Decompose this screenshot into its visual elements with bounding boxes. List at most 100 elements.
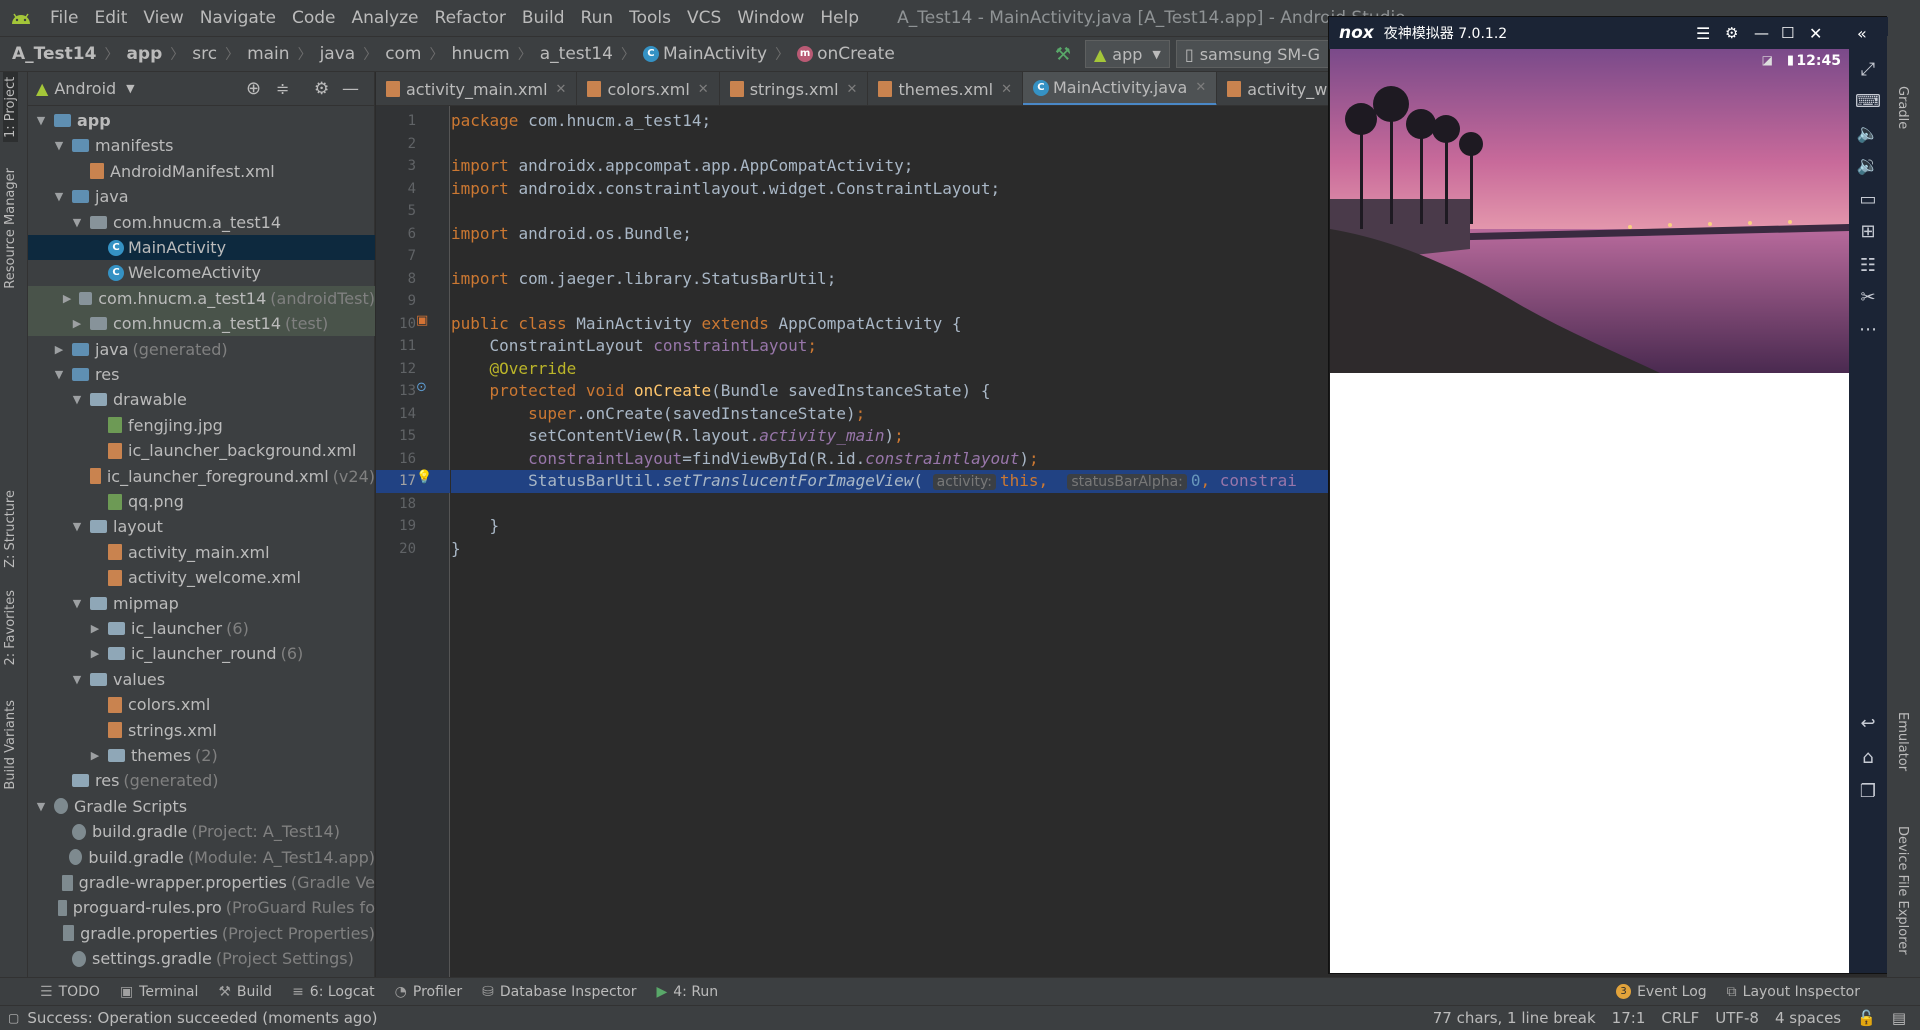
- tab-project[interactable]: 1: Project: [3, 72, 18, 142]
- screen-icon[interactable]: ▭: [1849, 189, 1887, 210]
- tree-item[interactable]: ▶ com.hnucm.a_test14 (androidTest): [28, 285, 375, 311]
- collapse-sidebar-icon[interactable]: «: [1857, 24, 1867, 43]
- breadcrumb-hnucm[interactable]: hnucm: [448, 44, 514, 64]
- tree-item[interactable]: local.properties (SDK Location): [28, 972, 375, 976]
- collapse-arrow-icon[interactable]: ▶: [88, 749, 102, 762]
- tree-item[interactable]: activity_welcome.xml: [28, 565, 375, 590]
- status-indent[interactable]: 4 spaces: [1767, 1009, 1849, 1027]
- tree-item[interactable]: ▶ ic_launcher_round (6): [28, 641, 375, 666]
- editor-tab[interactable]: C MainActivity.java ✕: [1022, 72, 1218, 105]
- expand-arrow-icon[interactable]: ▼: [34, 800, 48, 813]
- expand-arrow-icon[interactable]: ▼: [70, 673, 84, 686]
- tree-item[interactable]: ▶ com.hnucm.a_test14 (test): [28, 311, 375, 337]
- editor-tab[interactable]: colors.xml ✕: [577, 72, 720, 105]
- expand-arrow-icon[interactable]: ▼: [52, 368, 66, 381]
- editor-tab[interactable]: activity_welcom✕: [1217, 72, 1328, 105]
- menu-file[interactable]: File: [42, 8, 86, 28]
- tree-item[interactable]: C WelcomeActivity: [28, 260, 375, 285]
- override-gutter-icon[interactable]: ⊙: [416, 380, 427, 395]
- android-layout-gutter-icon[interactable]: ▣: [416, 313, 428, 328]
- close-icon[interactable]: ✕: [1195, 80, 1206, 95]
- intention-bulb-icon[interactable]: 💡: [416, 470, 432, 485]
- tree-item[interactable]: ▼ mipmap: [28, 591, 375, 616]
- menu-vcs[interactable]: VCS: [679, 8, 729, 28]
- editor-tab[interactable]: activity_main.xml ✕: [376, 72, 578, 105]
- minimize-icon[interactable]: —: [1754, 24, 1769, 42]
- tab-emulator[interactable]: Emulator: [1895, 712, 1910, 771]
- code-line[interactable]: [451, 133, 1328, 156]
- code-line[interactable]: [451, 245, 1328, 268]
- tree-item[interactable]: qq.png: [28, 489, 375, 514]
- code-line[interactable]: setContentView(R.layout.activity_main);: [451, 425, 1328, 448]
- tree-item[interactable]: ▶ java (generated): [28, 337, 375, 362]
- expand-arrow-icon[interactable]: ▼: [70, 216, 84, 229]
- breadcrumb-src[interactable]: src: [188, 44, 221, 64]
- tree-item[interactable]: ▶ ic_launcher (6): [28, 616, 375, 641]
- tree-item[interactable]: strings.xml: [28, 718, 375, 743]
- code-line[interactable]: @Override: [451, 358, 1328, 381]
- lock-icon[interactable]: 🔓: [1849, 1009, 1884, 1027]
- menu-code[interactable]: Code: [284, 8, 344, 28]
- code-line[interactable]: super.onCreate(savedInstanceState);: [451, 403, 1328, 426]
- expand-arrow-icon[interactable]: ▼: [70, 520, 84, 533]
- tree-item[interactable]: settings.gradle (Project Settings): [28, 946, 375, 971]
- code-line[interactable]: public class MainActivity extends AppCom…: [451, 313, 1328, 336]
- breadcrumb-method[interactable]: m onCreate: [793, 44, 899, 64]
- menu-help[interactable]: Help: [812, 8, 867, 28]
- collapse-arrow-icon[interactable]: ▶: [88, 622, 102, 635]
- tree-item[interactable]: ▶ themes (2): [28, 743, 375, 768]
- tree-item[interactable]: ▼ manifests: [28, 133, 375, 158]
- menu-view[interactable]: View: [135, 8, 191, 28]
- code-line[interactable]: [451, 493, 1328, 516]
- tree-item[interactable]: AndroidManifest.xml: [28, 159, 375, 184]
- tree-item[interactable]: ▼ res: [28, 362, 375, 387]
- code-line[interactable]: ConstraintLayout constraintLayout;: [451, 335, 1328, 358]
- tree-item[interactable]: ▼ values: [28, 667, 375, 692]
- code-line[interactable]: }: [451, 515, 1328, 538]
- collapse-arrow-icon[interactable]: ▶: [62, 292, 73, 305]
- memory-indicator-icon[interactable]: ▤: [1884, 1009, 1920, 1027]
- tool-terminal[interactable]: ▣ Terminal: [110, 984, 208, 1000]
- status-message[interactable]: Success: Operation succeeded (moments ag…: [27, 1009, 385, 1027]
- breadcrumb-project[interactable]: A_Test14: [0, 44, 100, 64]
- tool-profiler[interactable]: ◔ Profiler: [385, 984, 473, 1000]
- tree-item[interactable]: proguard-rules.pro (ProGuard Rules fo: [28, 895, 375, 920]
- tree-item[interactable]: ic_launcher_background.xml: [28, 438, 375, 463]
- tab-gradle[interactable]: Gradle: [1895, 86, 1910, 129]
- breadcrumb-class[interactable]: C MainActivity: [639, 44, 771, 64]
- collapse-arrow-icon[interactable]: ▶: [88, 647, 102, 660]
- volume-up-icon[interactable]: 🔈: [1849, 123, 1887, 144]
- breadcrumb-package[interactable]: a_test14: [536, 44, 617, 64]
- breadcrumb-app[interactable]: app: [122, 44, 166, 64]
- device-dropdown[interactable]: ▯ samsung SM-G: [1175, 40, 1328, 68]
- gear-icon[interactable]: ⚙: [314, 79, 329, 99]
- tab-resource-manager[interactable]: Resource Manager: [3, 168, 18, 289]
- menu-icon[interactable]: ☰: [1696, 24, 1710, 43]
- menu-window[interactable]: Window: [729, 8, 812, 28]
- expand-arrow-icon[interactable]: ▼: [52, 139, 66, 152]
- code-line[interactable]: import android.os.Bundle;: [451, 223, 1328, 246]
- tree-item[interactable]: ▼ app: [28, 108, 375, 133]
- code-line[interactable]: [451, 290, 1328, 313]
- status-caret-position[interactable]: 17:1: [1604, 1009, 1654, 1027]
- breadcrumb-java[interactable]: java: [316, 44, 360, 64]
- menu-build[interactable]: Build: [514, 8, 573, 28]
- tree-item[interactable]: ic_launcher_foreground.xml (v24): [28, 464, 375, 489]
- tree-item[interactable]: activity_main.xml: [28, 540, 375, 565]
- home-icon[interactable]: ⌂: [1849, 747, 1887, 768]
- tree-item[interactable]: colors.xml: [28, 692, 375, 717]
- maximize-icon[interactable]: ☐: [1781, 24, 1794, 42]
- gear-icon[interactable]: ⚙: [1725, 24, 1738, 42]
- run-config-dropdown[interactable]: ▲ app ▼: [1084, 40, 1170, 68]
- menu-analyze[interactable]: Analyze: [344, 8, 427, 28]
- tree-item[interactable]: ▼ java: [28, 184, 375, 209]
- code-line[interactable]: package com.hnucm.a_test14;: [451, 110, 1328, 133]
- tool-layout-inspector[interactable]: ⧉ Layout Inspector: [1717, 984, 1920, 1000]
- tab-favorites[interactable]: 2: Favorites: [3, 590, 18, 666]
- collapse-all-icon[interactable]: ≑: [276, 79, 289, 98]
- collapse-arrow-icon[interactable]: ▶: [70, 317, 84, 330]
- menu-navigate[interactable]: Navigate: [192, 8, 284, 28]
- volume-down-icon[interactable]: 🔉: [1849, 155, 1887, 176]
- build-hammer-icon[interactable]: ⚒: [1047, 44, 1079, 65]
- code-line[interactable]: constraintLayout=findViewById(R.id.const…: [451, 448, 1328, 471]
